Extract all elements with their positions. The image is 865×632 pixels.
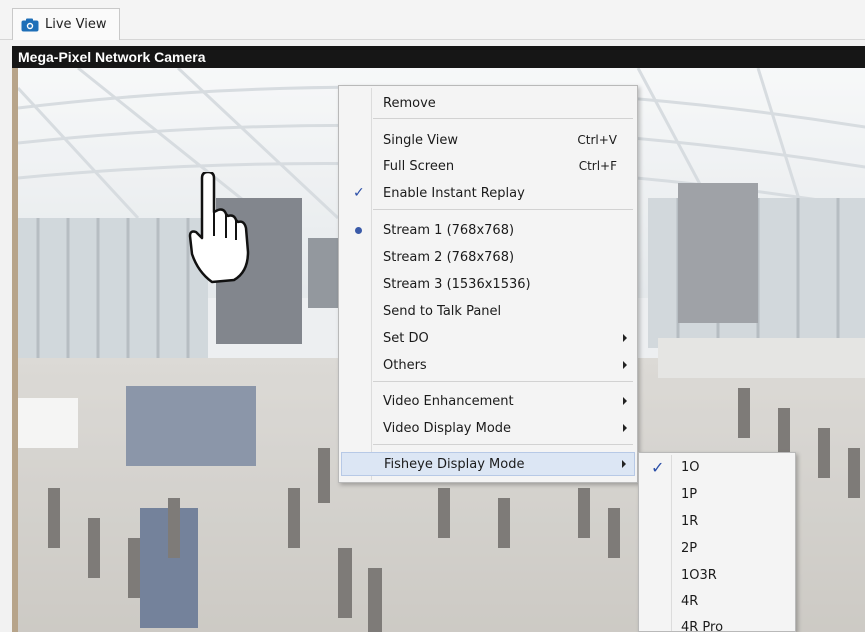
menu-separator	[373, 444, 633, 445]
submenu-item-1o3r[interactable]: 1O3R	[641, 563, 793, 587]
submenu-arrow-icon	[623, 334, 627, 342]
menu-item-remove[interactable]: Remove	[341, 91, 635, 115]
submenu-arrow-icon	[623, 361, 627, 369]
menu-item-others[interactable]: Others	[341, 353, 635, 377]
camera-title: Mega-Pixel Network Camera	[12, 46, 865, 68]
menu-item-label: Others	[383, 357, 427, 373]
menu-item-label: Stream 3 (1536x1536)	[383, 276, 531, 292]
camera-icon	[21, 18, 39, 32]
menu-item-shortcut: Ctrl+V	[577, 133, 617, 147]
menu-item-label: Send to Talk Panel	[383, 303, 502, 319]
menu-item-label: Single View	[383, 132, 458, 148]
submenu-item-1r[interactable]: 1R	[641, 509, 793, 533]
submenu-item-1p[interactable]: 1P	[641, 482, 793, 506]
submenu-arrow-icon	[623, 397, 627, 405]
menu-separator	[373, 209, 633, 210]
menu-item-fisheye-display-mode[interactable]: Fisheye Display Mode	[341, 452, 635, 476]
submenu-item-2p[interactable]: 2P	[641, 536, 793, 560]
menu-item-single-view[interactable]: Single View Ctrl+V	[341, 128, 635, 152]
menu-item-stream-2[interactable]: Stream 2 (768x768)	[341, 245, 635, 269]
submenu-item-4r[interactable]: 4R	[641, 589, 793, 613]
submenu-item-4r-pro[interactable]: 4R Pro	[641, 615, 793, 632]
menu-item-label: Video Display Mode	[383, 420, 512, 436]
menu-item-label: Remove	[383, 95, 436, 111]
submenu-item-label: 1O3R	[681, 567, 717, 583]
tab-label: Live View	[45, 17, 107, 32]
menu-item-full-screen[interactable]: Full Screen Ctrl+F	[341, 154, 635, 178]
menu-item-label: Stream 1 (768x768)	[383, 222, 515, 238]
checkmark-icon: ✓	[651, 457, 665, 477]
menu-item-shortcut: Ctrl+F	[578, 159, 617, 173]
menu-item-label: Set DO	[383, 330, 429, 346]
submenu-item-label: 4R Pro	[681, 619, 724, 632]
submenu-item-1o[interactable]: ✓ 1O	[641, 455, 793, 479]
menu-separator	[373, 381, 633, 382]
submenu-item-label: 1R	[681, 513, 699, 529]
submenu-item-label: 1P	[681, 486, 698, 502]
menu-item-label: Video Enhancement	[383, 393, 514, 409]
menu-item-video-enhancement[interactable]: Video Enhancement	[341, 389, 635, 413]
menu-item-label: Stream 2 (768x768)	[383, 249, 515, 265]
fisheye-submenu: ✓ 1O 1P 1R 2P 1O3R 4R 4R Pro	[638, 452, 796, 632]
checkmark-icon: ✓	[353, 185, 365, 201]
menu-item-label: Full Screen	[383, 158, 455, 174]
menu-item-stream-1[interactable]: Stream 1 (768x768)	[341, 218, 635, 242]
submenu-item-label: 2P	[681, 540, 698, 556]
menu-item-set-do[interactable]: Set DO	[341, 326, 635, 350]
menu-item-video-display-mode[interactable]: Video Display Mode	[341, 416, 635, 440]
tab-bar: Live View	[0, 0, 865, 40]
submenu-item-label: 1O	[681, 459, 700, 475]
menu-separator	[373, 118, 633, 119]
menu-item-stream-3[interactable]: Stream 3 (1536x1536)	[341, 272, 635, 296]
radio-dot-icon	[355, 226, 362, 234]
menu-item-label: Fisheye Display Mode	[384, 456, 525, 472]
hand-pointer-icon	[188, 170, 252, 284]
submenu-arrow-icon	[623, 424, 627, 432]
tab-live-view[interactable]: Live View	[12, 8, 120, 40]
menu-item-enable-instant-replay[interactable]: ✓ Enable Instant Replay	[341, 181, 635, 205]
context-menu: Remove Single View Ctrl+V Full Screen Ct…	[338, 85, 638, 483]
submenu-arrow-icon	[622, 460, 626, 468]
submenu-item-label: 4R	[681, 593, 699, 609]
menu-item-send-to-talk-panel[interactable]: Send to Talk Panel	[341, 299, 635, 323]
menu-item-label: Enable Instant Replay	[383, 185, 525, 201]
